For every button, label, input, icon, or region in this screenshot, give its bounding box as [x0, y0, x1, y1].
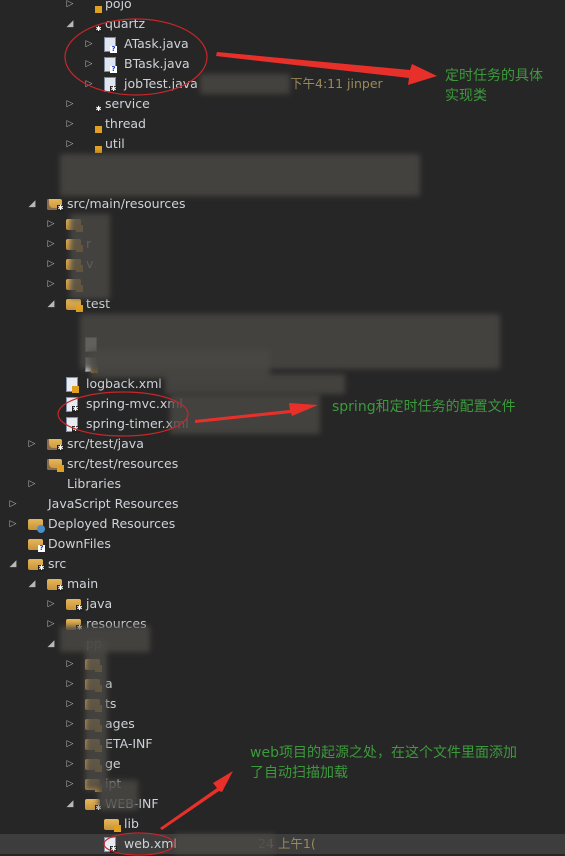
highlight-ellipse-webxml [103, 832, 175, 856]
arrow-webxml [160, 771, 233, 830]
arrow-spring [195, 403, 318, 423]
arrow-quartz [216, 52, 437, 85]
highlight-ellipse-spring [57, 391, 189, 437]
annotation-overlay [57, 18, 437, 856]
highlight-ellipse-quartz [64, 18, 208, 96]
